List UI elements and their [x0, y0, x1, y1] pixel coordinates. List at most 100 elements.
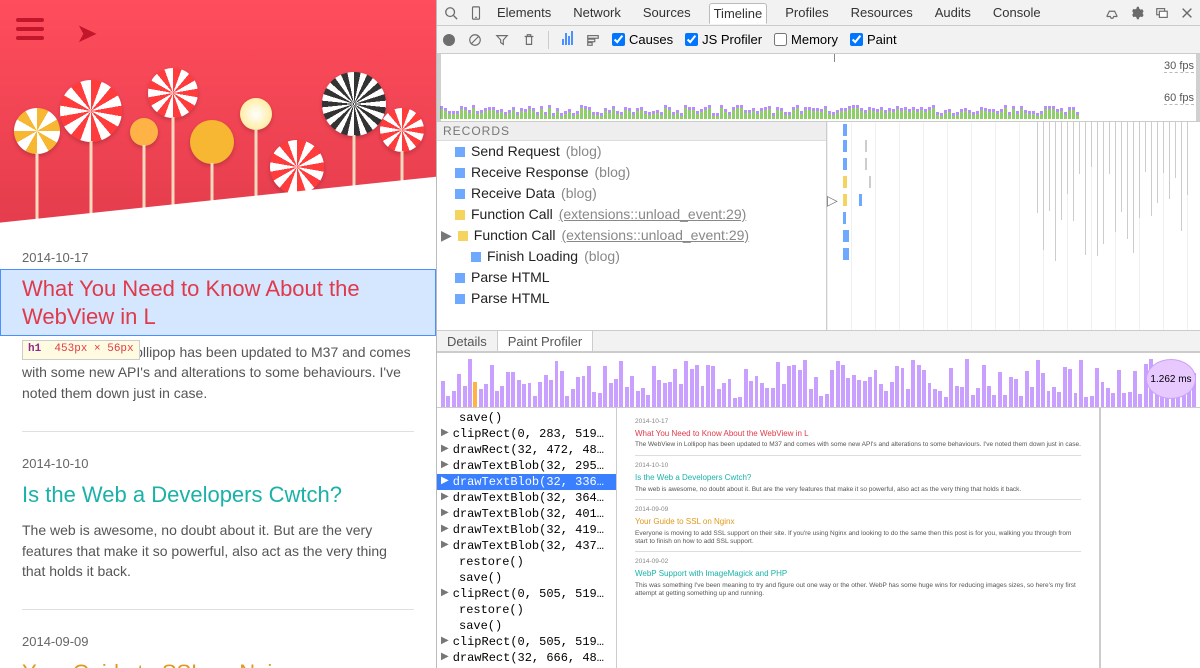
- expand-icon[interactable]: ▶: [441, 226, 452, 245]
- paint-command-row[interactable]: ▶drawTextBlob(32, 295…: [437, 458, 616, 474]
- check-paint[interactable]: Paint: [850, 32, 897, 47]
- paint-command-text: drawTextBlob(32, 401…: [453, 506, 604, 522]
- paint-command-row[interactable]: save(): [437, 618, 616, 634]
- paint-command-row[interactable]: save(): [437, 570, 616, 586]
- flame-view-icon[interactable]: [585, 32, 600, 47]
- check-memory[interactable]: Memory: [774, 32, 838, 47]
- paint-command-row[interactable]: restore(): [437, 554, 616, 570]
- record-row[interactable]: ▶Function Call (extensions::unload_event…: [437, 225, 826, 246]
- paint-command-text: save(): [459, 618, 502, 634]
- record-row[interactable]: Finish Loading (blog): [437, 246, 826, 267]
- expand-icon[interactable]: ▶: [441, 586, 449, 602]
- filter-icon[interactable]: [494, 32, 509, 47]
- subtab-paint-profiler[interactable]: Paint Profiler: [498, 331, 593, 351]
- tab-timeline[interactable]: Timeline: [709, 3, 768, 24]
- record-sub: (blog): [584, 247, 620, 266]
- paint-command-row[interactable]: ▶drawTextBlob(32, 401…: [437, 506, 616, 522]
- tab-profiles[interactable]: Profiles: [781, 3, 832, 23]
- record-row[interactable]: Receive Data (blog): [437, 183, 826, 204]
- bars-view-icon[interactable]: [561, 31, 573, 48]
- tab-resources[interactable]: Resources: [847, 3, 917, 23]
- record-row[interactable]: Receive Response (blog): [437, 162, 826, 183]
- record-sub: (blog): [595, 163, 631, 182]
- paint-command-row[interactable]: ▶drawRect(32, 666, 48…: [437, 650, 616, 666]
- paint-command-row[interactable]: ▶drawTextBlob(32, 419…: [437, 522, 616, 538]
- record-row[interactable]: Function Call (extensions::unload_event:…: [437, 204, 826, 225]
- paint-command-row[interactable]: ▶drawTextBlob(32, 364…: [437, 490, 616, 506]
- record-row[interactable]: Parse HTML: [437, 288, 826, 309]
- search-icon[interactable]: [443, 5, 458, 20]
- record-button[interactable]: [443, 34, 455, 46]
- records-flame[interactable]: ▷: [827, 122, 1200, 330]
- paint-command-text: drawRect(32, 472, 48…: [453, 442, 604, 458]
- devtools-top-bar: Elements Network Sources Timeline Profil…: [437, 0, 1200, 26]
- paint-command-row[interactable]: ▶drawTextBlob(32, 336…: [437, 474, 616, 490]
- post-item: 2014-09-09 Your Guide to SSL on Nginx Ev…: [22, 634, 414, 668]
- paint-chart[interactable]: 1.262 ms: [437, 353, 1200, 408]
- device-icon[interactable]: [468, 5, 483, 20]
- paint-command-text: clipRect(0, 505, 519…: [453, 634, 604, 650]
- tab-audits[interactable]: Audits: [931, 3, 975, 23]
- tab-elements[interactable]: Elements: [493, 3, 555, 23]
- gear-icon[interactable]: [1129, 5, 1144, 20]
- overview-handle-left[interactable]: [437, 54, 441, 121]
- paint-command-row[interactable]: ▶clipRect(0, 283, 519…: [437, 426, 616, 442]
- tab-network[interactable]: Network: [569, 3, 625, 23]
- details-subtabs: Details Paint Profiler: [437, 330, 1200, 352]
- record-label: Receive Response: [471, 163, 589, 182]
- record-color-icon: [471, 252, 481, 262]
- expand-icon[interactable]: ▶: [441, 538, 449, 554]
- check-causes[interactable]: Causes: [612, 32, 673, 47]
- record-row[interactable]: Send Request (blog): [437, 141, 826, 162]
- expand-icon[interactable]: ▶: [441, 634, 449, 650]
- post-title[interactable]: What You Need to Know About the WebView …: [22, 275, 414, 330]
- paint-command-text: save(): [459, 570, 502, 586]
- expand-icon[interactable]: ▶: [441, 426, 449, 442]
- record-label: Finish Loading: [487, 247, 578, 266]
- drawer-icon[interactable]: [1104, 5, 1119, 20]
- clear-icon[interactable]: [467, 32, 482, 47]
- paint-command-row[interactable]: ▶drawTextBlob(32, 437…: [437, 538, 616, 554]
- dock-icon[interactable]: [1154, 5, 1169, 20]
- paint-command-row[interactable]: save(): [437, 410, 616, 426]
- post-date: 2014-10-10: [22, 456, 414, 471]
- post-title[interactable]: Is the Web a Developers Cwtch?: [22, 481, 414, 509]
- subtab-details[interactable]: Details: [437, 331, 498, 351]
- check-jsprofiler[interactable]: JS Profiler: [685, 32, 762, 47]
- paint-command-row[interactable]: ▶clipRect(0, 505, 519…: [437, 586, 616, 602]
- timeline-overview[interactable]: 30 fps 60 fps: [437, 54, 1200, 122]
- tab-console[interactable]: Console: [989, 3, 1045, 23]
- timeline-toolbar: Causes JS Profiler Memory Paint: [437, 26, 1200, 54]
- record-color-icon: [455, 189, 465, 199]
- record-label: Parse HTML: [471, 289, 550, 308]
- post-title[interactable]: Your Guide to SSL on Nginx: [22, 659, 414, 668]
- record-label: Send Request: [471, 142, 560, 161]
- record-label: Receive Data: [471, 184, 555, 203]
- preview-title: Your Guide to SSL on Nginx: [635, 517, 1081, 527]
- record-row[interactable]: Parse HTML: [437, 267, 826, 288]
- inspect-tooltip: h1 453px × 56px: [22, 340, 140, 360]
- expand-icon[interactable]: ▶: [441, 474, 449, 490]
- preview-excerpt: The web is awesome, no doubt about it. B…: [635, 486, 1081, 494]
- posts-list: 2014-10-17 What You Need to Know About t…: [0, 250, 436, 668]
- paint-command-text: drawTextBlob(32, 295…: [453, 458, 604, 474]
- paint-command-row[interactable]: ▶clipRect(0, 505, 519…: [437, 634, 616, 650]
- expand-icon[interactable]: ▶: [441, 650, 449, 666]
- paint-command-text: restore(): [459, 554, 524, 570]
- expand-icon[interactable]: ▶: [441, 490, 449, 506]
- tab-sources[interactable]: Sources: [639, 3, 695, 23]
- expand-icon[interactable]: ▶: [441, 458, 449, 474]
- fps-30-label: 30 fps: [1164, 60, 1194, 73]
- close-icon[interactable]: [1179, 5, 1194, 20]
- paint-command-row[interactable]: restore(): [437, 602, 616, 618]
- expand-icon[interactable]: ▶: [441, 442, 449, 458]
- record-color-icon: [455, 147, 465, 157]
- record-label: Function Call: [471, 205, 553, 224]
- overview-handle-right[interactable]: [1196, 54, 1200, 121]
- paint-command-row[interactable]: ▶drawRect(32, 472, 48…: [437, 442, 616, 458]
- expand-icon[interactable]: ▶: [441, 522, 449, 538]
- preview-title: What You Need to Know About the WebView …: [635, 429, 1081, 439]
- overview-bars: [440, 106, 1130, 119]
- trash-icon[interactable]: [521, 32, 536, 47]
- expand-icon[interactable]: ▶: [441, 506, 449, 522]
